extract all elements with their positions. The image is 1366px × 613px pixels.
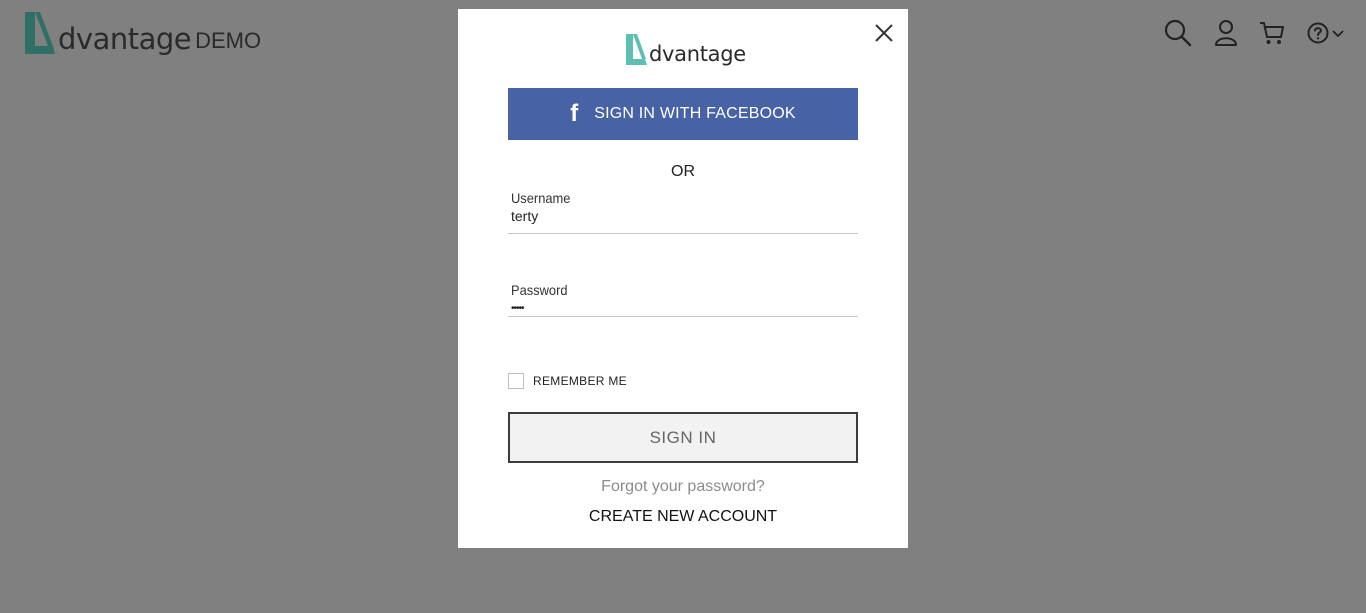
facebook-signin-label: SIGN IN WITH FACEBOOK: [594, 105, 796, 122]
modal-logo-name: dvantage: [649, 42, 746, 66]
facebook-signin-button[interactable]: f SIGN IN WITH FACEBOOK: [508, 88, 858, 140]
cart-icon[interactable]: [1257, 18, 1287, 48]
help-icon: [1307, 22, 1329, 44]
logo-mark-icon: [25, 12, 55, 54]
create-account-link[interactable]: CREATE NEW ACCOUNT: [458, 508, 908, 526]
logo-mark-icon: [626, 34, 647, 65]
close-icon[interactable]: [872, 21, 896, 45]
username-field: Username: [508, 190, 858, 234]
login-modal: dvantage f SIGN IN WITH FACEBOOK OR User…: [458, 9, 908, 548]
username-input[interactable]: [508, 208, 858, 224]
facebook-icon: f: [570, 100, 579, 127]
password-input[interactable]: [508, 303, 858, 314]
user-icon[interactable]: [1211, 18, 1241, 48]
remember-me-label: REMEMBER ME: [533, 374, 627, 388]
header-actions: [1163, 18, 1344, 48]
brand-logo[interactable]: dvantage DEMO: [22, 10, 261, 56]
username-label: Username: [511, 190, 571, 206]
modal-logo: dvantage: [624, 33, 746, 67]
chevron-down-icon: [1332, 30, 1344, 38]
password-label: Password: [511, 282, 568, 298]
brand-name: dvantage: [58, 22, 192, 56]
search-icon[interactable]: [1163, 18, 1193, 48]
signin-label: SIGN IN: [649, 427, 717, 447]
remember-me[interactable]: REMEMBER ME: [508, 373, 627, 389]
brand-suffix: DEMO: [195, 28, 262, 53]
password-field: Password: [508, 282, 858, 317]
or-divider: OR: [671, 163, 695, 180]
remember-me-checkbox[interactable]: [508, 373, 524, 389]
signin-button[interactable]: SIGN IN: [508, 412, 858, 463]
forgot-password-link[interactable]: Forgot your password?: [458, 478, 908, 496]
help-menu[interactable]: [1307, 22, 1344, 44]
